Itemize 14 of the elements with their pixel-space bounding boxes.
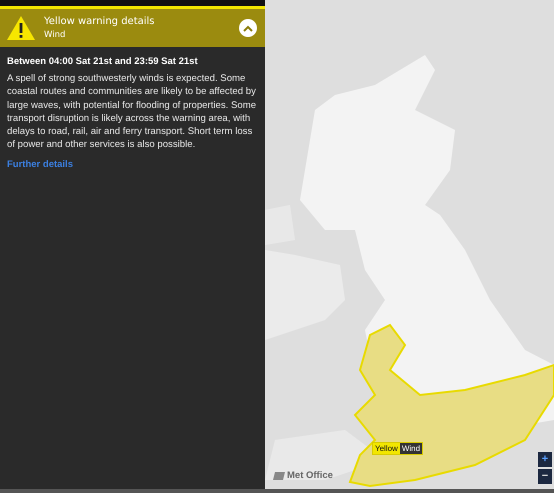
warning-title: Yellow warning details [44, 16, 156, 27]
warning-type-label: Wind [400, 443, 422, 454]
collapse-button[interactable] [239, 19, 257, 37]
warning-type: Wind [44, 30, 66, 40]
attribution-text: Met Office [287, 470, 333, 481]
warning-description: A spell of strong southwesterly winds is expected. Some coastal routes and communities are likely to be affected by large waves, with potential for flooding of properties. Some transport disruption is likely across the warning area, with delays to road, rail, air and ferry transport. Short term loss of power and other services is also possible. [7, 72, 258, 152]
zoom-in-button[interactable]: + [538, 452, 552, 467]
warning-level-label: Yellow [373, 443, 400, 454]
chevron-icon [243, 24, 253, 32]
warning-period: Between 04:00 Sat 21st and 23:59 Sat 21st [7, 56, 199, 67]
zoom-out-button[interactable]: − [538, 469, 552, 484]
further-details-link[interactable]: Further details [7, 158, 73, 170]
warning-icon [6, 15, 36, 41]
logo-icon [273, 472, 285, 480]
